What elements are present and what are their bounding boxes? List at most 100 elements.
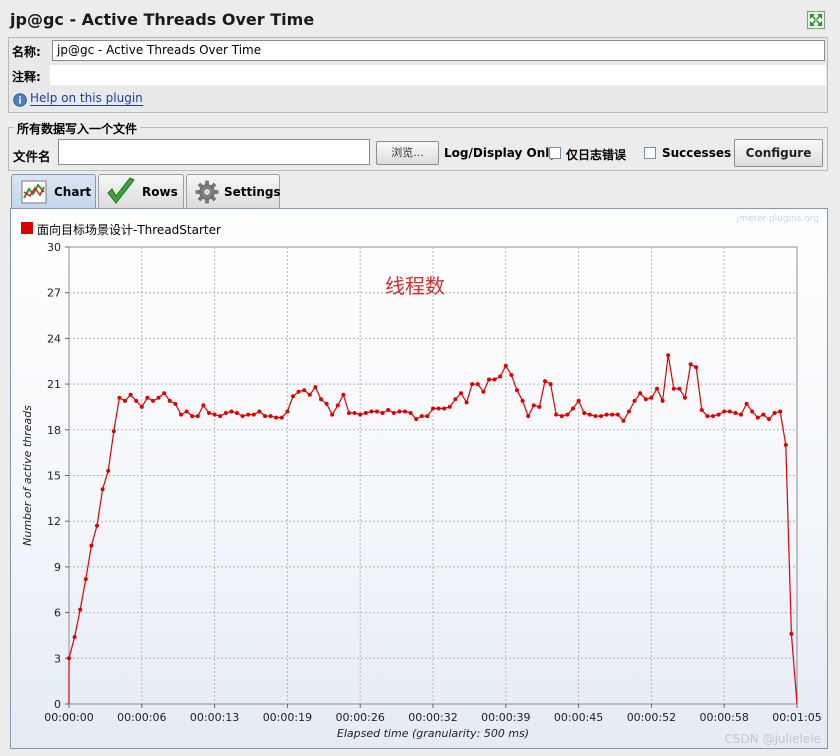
help-link[interactable]: Help on this plugin	[30, 91, 143, 106]
tab-settings-label: Settings	[224, 185, 281, 199]
x-tick-label: 00:00:13	[190, 711, 239, 724]
data-point	[722, 409, 727, 414]
data-point	[72, 635, 77, 639]
y-tick-label: 24	[47, 332, 61, 345]
data-point	[218, 414, 223, 419]
data-point	[778, 409, 783, 414]
data-point	[363, 411, 368, 415]
x-tick-label: 00:00:26	[335, 711, 384, 724]
data-point	[223, 411, 228, 415]
data-point	[279, 415, 284, 420]
tab-rows[interactable]: Rows	[98, 174, 184, 208]
chart-icon	[21, 180, 47, 204]
y-tick-label: 30	[47, 241, 61, 254]
comment-label: 注释:	[12, 70, 41, 84]
y-axis-label: Number of active threads	[21, 405, 34, 546]
data-point	[509, 373, 514, 377]
data-point	[201, 403, 206, 408]
y-tick-label: 18	[47, 424, 61, 437]
checkmark-icon	[105, 177, 137, 207]
data-point	[184, 409, 189, 414]
log-display-label: Log/Display Only:	[444, 146, 562, 160]
data-point	[638, 391, 643, 396]
data-point	[453, 397, 458, 402]
chart-plot: 0 3 6 9 12 15 18 21 24 27 30 00:00:00 00:00:06 00:00:…	[21, 241, 822, 740]
expand-button[interactable]	[807, 11, 825, 29]
data-point	[520, 398, 525, 403]
browse-button[interactable]: 浏览...	[376, 141, 439, 165]
data-point	[425, 414, 430, 419]
data-point	[459, 391, 463, 396]
data-point	[677, 386, 682, 391]
data-point	[621, 418, 626, 423]
data-point	[391, 411, 396, 415]
y-tick-label: 0	[54, 698, 61, 711]
data-point	[498, 374, 503, 379]
data-point	[162, 391, 167, 396]
data-point	[789, 631, 794, 636]
data-point	[358, 412, 363, 417]
data-point	[83, 577, 88, 582]
data-point	[67, 656, 71, 661]
data-point	[683, 395, 687, 400]
data-point	[526, 414, 531, 419]
data-point	[106, 468, 111, 473]
data-point	[128, 392, 133, 397]
successes-checkbox[interactable]	[644, 147, 656, 159]
data-point	[615, 412, 620, 417]
errors-checkbox[interactable]	[549, 147, 561, 159]
data-point	[145, 395, 150, 400]
filename-input[interactable]	[58, 139, 370, 165]
data-point	[369, 409, 374, 414]
successes-label: Successes	[662, 146, 732, 160]
data-point	[632, 398, 637, 403]
filename-label: 文件名	[13, 149, 51, 164]
x-tick-label: 00:00:32	[408, 711, 457, 724]
data-point	[403, 409, 407, 414]
data-point	[268, 414, 273, 419]
data-point	[543, 379, 547, 384]
data-point	[179, 412, 183, 417]
data-point	[464, 400, 469, 405]
data-point	[733, 411, 738, 415]
y-tick-label: 12	[47, 515, 61, 528]
data-point	[341, 392, 346, 397]
data-point	[195, 414, 200, 419]
data-point	[285, 409, 290, 414]
data-point	[313, 385, 318, 390]
data-point	[531, 403, 536, 408]
data-point	[565, 412, 570, 417]
data-point	[330, 412, 335, 417]
data-point	[229, 409, 234, 414]
configure-button[interactable]: Configure	[734, 139, 823, 167]
data-point	[111, 429, 116, 434]
x-tick-label: 00:00:52	[627, 711, 676, 724]
data-point	[240, 414, 245, 419]
name-input[interactable]: jp@gc - Active Threads Over Time	[52, 40, 825, 61]
comment-input[interactable]	[50, 65, 826, 85]
data-point	[263, 414, 267, 419]
tab-chart[interactable]: Chart	[11, 174, 96, 209]
data-point	[78, 607, 83, 612]
info-icon	[13, 93, 27, 107]
y-tick-label: 27	[47, 287, 61, 300]
data-point	[89, 543, 94, 548]
data-point	[711, 414, 715, 419]
data-point	[643, 397, 648, 402]
data-point	[755, 415, 760, 420]
data-point	[716, 412, 721, 417]
data-point	[156, 395, 161, 400]
data-point	[167, 398, 172, 403]
x-tick-label: 00:00:39	[481, 711, 530, 724]
data-point	[744, 401, 749, 406]
tab-settings[interactable]: Settings	[186, 174, 281, 208]
data-point	[660, 398, 665, 403]
data-point	[655, 386, 659, 391]
data-point	[134, 398, 139, 403]
data-point	[397, 409, 402, 414]
data-point	[554, 412, 559, 417]
data-point	[475, 382, 480, 387]
data-point	[296, 389, 301, 394]
data-point	[699, 408, 704, 412]
data-point	[436, 406, 441, 411]
